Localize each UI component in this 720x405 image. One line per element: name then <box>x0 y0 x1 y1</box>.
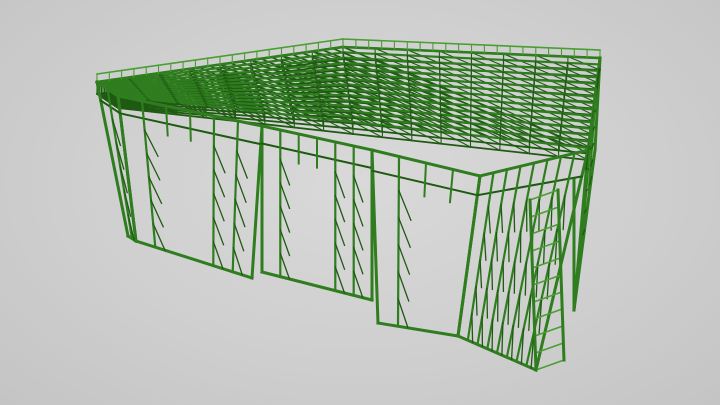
wall-brace <box>234 198 246 228</box>
ladder-rung <box>534 341 565 355</box>
wall-brace <box>352 246 364 275</box>
wall-brace <box>538 198 541 232</box>
wall-brace <box>397 216 412 249</box>
wall-brace <box>588 145 592 151</box>
wall-brace <box>334 194 346 223</box>
wall-brace <box>232 246 244 276</box>
wall-brace <box>475 285 478 316</box>
wall-brace <box>352 270 364 299</box>
wall-brace <box>585 188 589 192</box>
wall-brace <box>352 198 364 227</box>
wall-brace <box>513 261 516 294</box>
wall-brace <box>500 203 504 233</box>
wall-brace <box>279 158 291 186</box>
wall-brace <box>397 189 412 222</box>
wall-brace <box>513 202 516 233</box>
wall-brace <box>587 167 590 171</box>
wall-brace <box>486 287 489 319</box>
wall-brace <box>479 259 483 289</box>
wall-brace <box>495 231 499 262</box>
wall-brace <box>279 205 291 233</box>
wall-brace <box>487 205 491 234</box>
wall-brace <box>352 175 364 203</box>
steel-frame-model <box>94 38 602 372</box>
wall-stud <box>188 109 192 142</box>
wall-brace <box>491 318 494 352</box>
wall-stud <box>448 168 455 204</box>
ladder-rung <box>528 188 560 202</box>
wall-brace <box>483 232 487 261</box>
wall-brace <box>212 192 225 222</box>
wall-brace <box>213 145 226 174</box>
wall-brace <box>236 150 249 179</box>
wall-brace <box>507 231 510 263</box>
wall-brace <box>491 259 494 291</box>
wall-brace <box>352 222 364 251</box>
wall-brace <box>334 242 346 271</box>
wall-brace <box>397 243 411 275</box>
wall-brace <box>593 109 597 113</box>
wall-brace <box>233 222 245 252</box>
ladder-rung <box>534 358 566 372</box>
wall-stud <box>423 161 428 198</box>
frame-members <box>94 38 602 372</box>
ladder-rung <box>531 256 562 270</box>
wall-brace <box>279 181 291 210</box>
ladder-rung <box>529 205 560 219</box>
wall-brace <box>471 312 474 344</box>
wall-brace <box>397 271 410 302</box>
wall-bottom-plate <box>376 321 460 338</box>
wall-brace <box>235 174 247 204</box>
wall-brace <box>334 266 346 294</box>
wall-brace <box>279 228 291 257</box>
wall-brace <box>279 252 291 280</box>
wall-brace <box>397 298 409 329</box>
wall-brace <box>334 218 346 247</box>
wall-brace <box>212 216 225 246</box>
model-viewport[interactable] <box>0 0 720 405</box>
wall-brace <box>507 291 510 325</box>
wall-brace <box>212 169 226 198</box>
wall-brace <box>334 170 346 199</box>
